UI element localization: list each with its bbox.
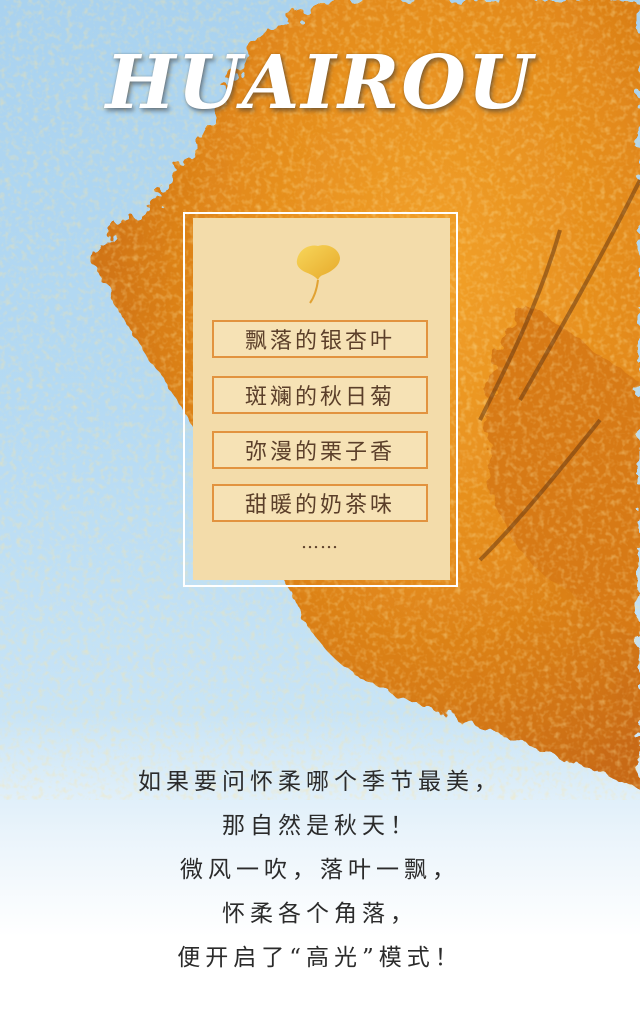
card-ellipsis: …… (301, 532, 339, 553)
poem-line: 如果要问怀柔哪个季节最美， (138, 769, 502, 795)
page-title: HUAIROU (105, 40, 535, 126)
ginkgo-leaf-icon (296, 245, 340, 304)
card-item-ginkgo: 飘落的银杏叶 (212, 320, 428, 358)
poem-line: 那自然是秋天！ (222, 813, 418, 839)
poem-line: 便开启了“高光”模式！ (177, 945, 463, 971)
card-item-chestnut: 弥漫的栗子香 (212, 431, 428, 469)
card-item-milk-tea: 甜暖的奶茶味 (212, 484, 428, 522)
poem-text: 如果要问怀柔哪个季节最美， 那自然是秋天！ 微风一吹，落叶一飘， 怀柔各个角落，… (0, 760, 640, 980)
poem-line: 微风一吹，落叶一飘， (180, 857, 460, 883)
card-item-chrysanthemum: 斑斓的秋日菊 (212, 376, 428, 414)
poem-line: 怀柔各个角落， (222, 901, 418, 927)
